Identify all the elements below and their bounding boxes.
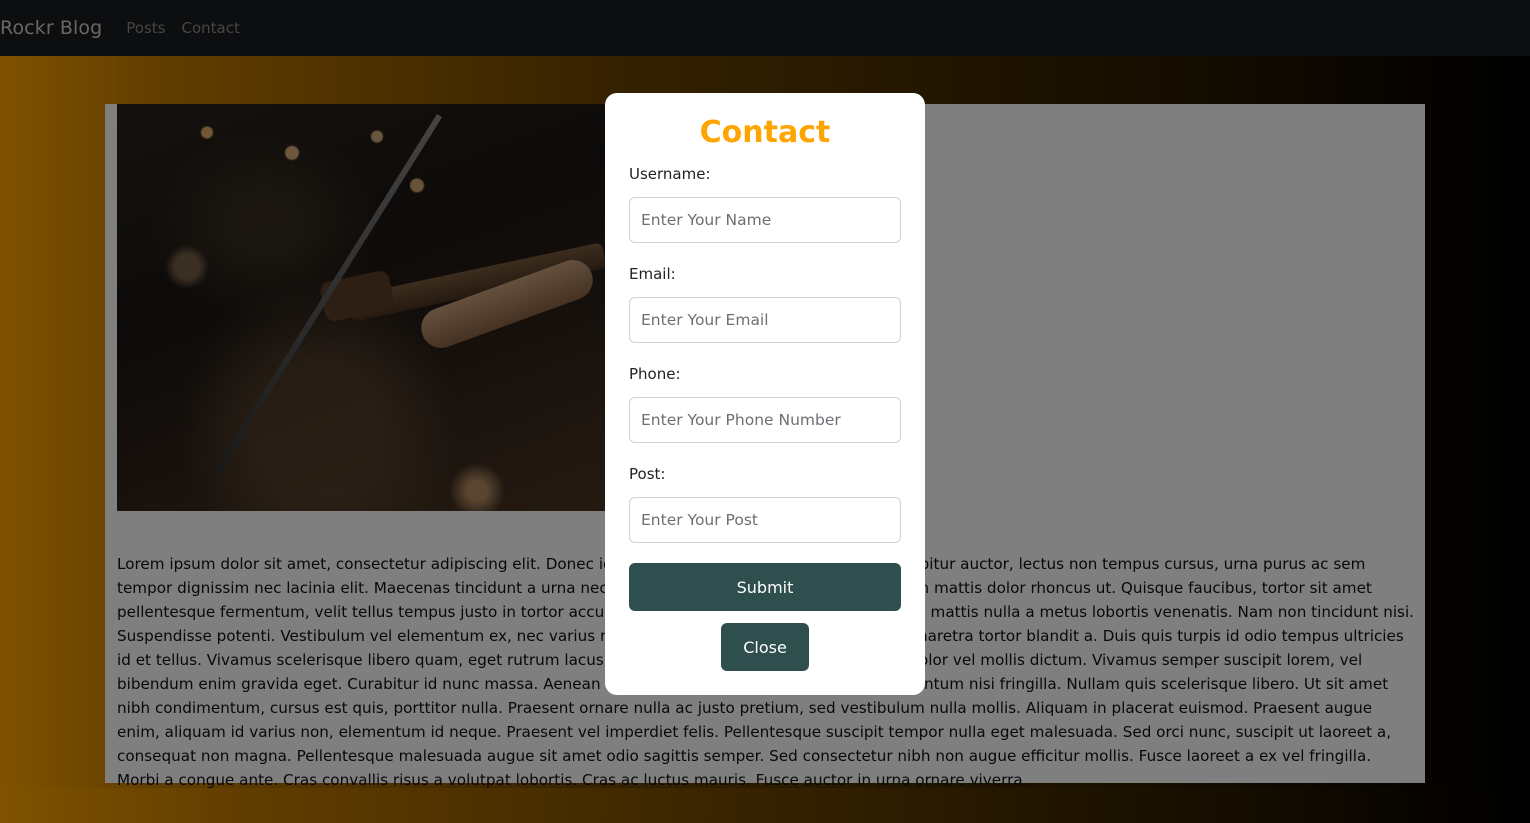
contact-modal: Contact Username: Email: Phone: Post: Su…: [605, 93, 925, 695]
submit-button[interactable]: Submit: [629, 563, 901, 611]
username-input[interactable]: [629, 197, 901, 243]
email-label: Email:: [629, 265, 676, 283]
phone-label: Phone:: [629, 365, 681, 383]
username-label: Username:: [629, 165, 711, 183]
modal-title: Contact: [699, 115, 831, 150]
close-button[interactable]: Close: [721, 623, 809, 671]
email-input[interactable]: [629, 297, 901, 343]
phone-input[interactable]: [629, 397, 901, 443]
post-label: Post:: [629, 465, 666, 483]
post-input[interactable]: [629, 497, 901, 543]
